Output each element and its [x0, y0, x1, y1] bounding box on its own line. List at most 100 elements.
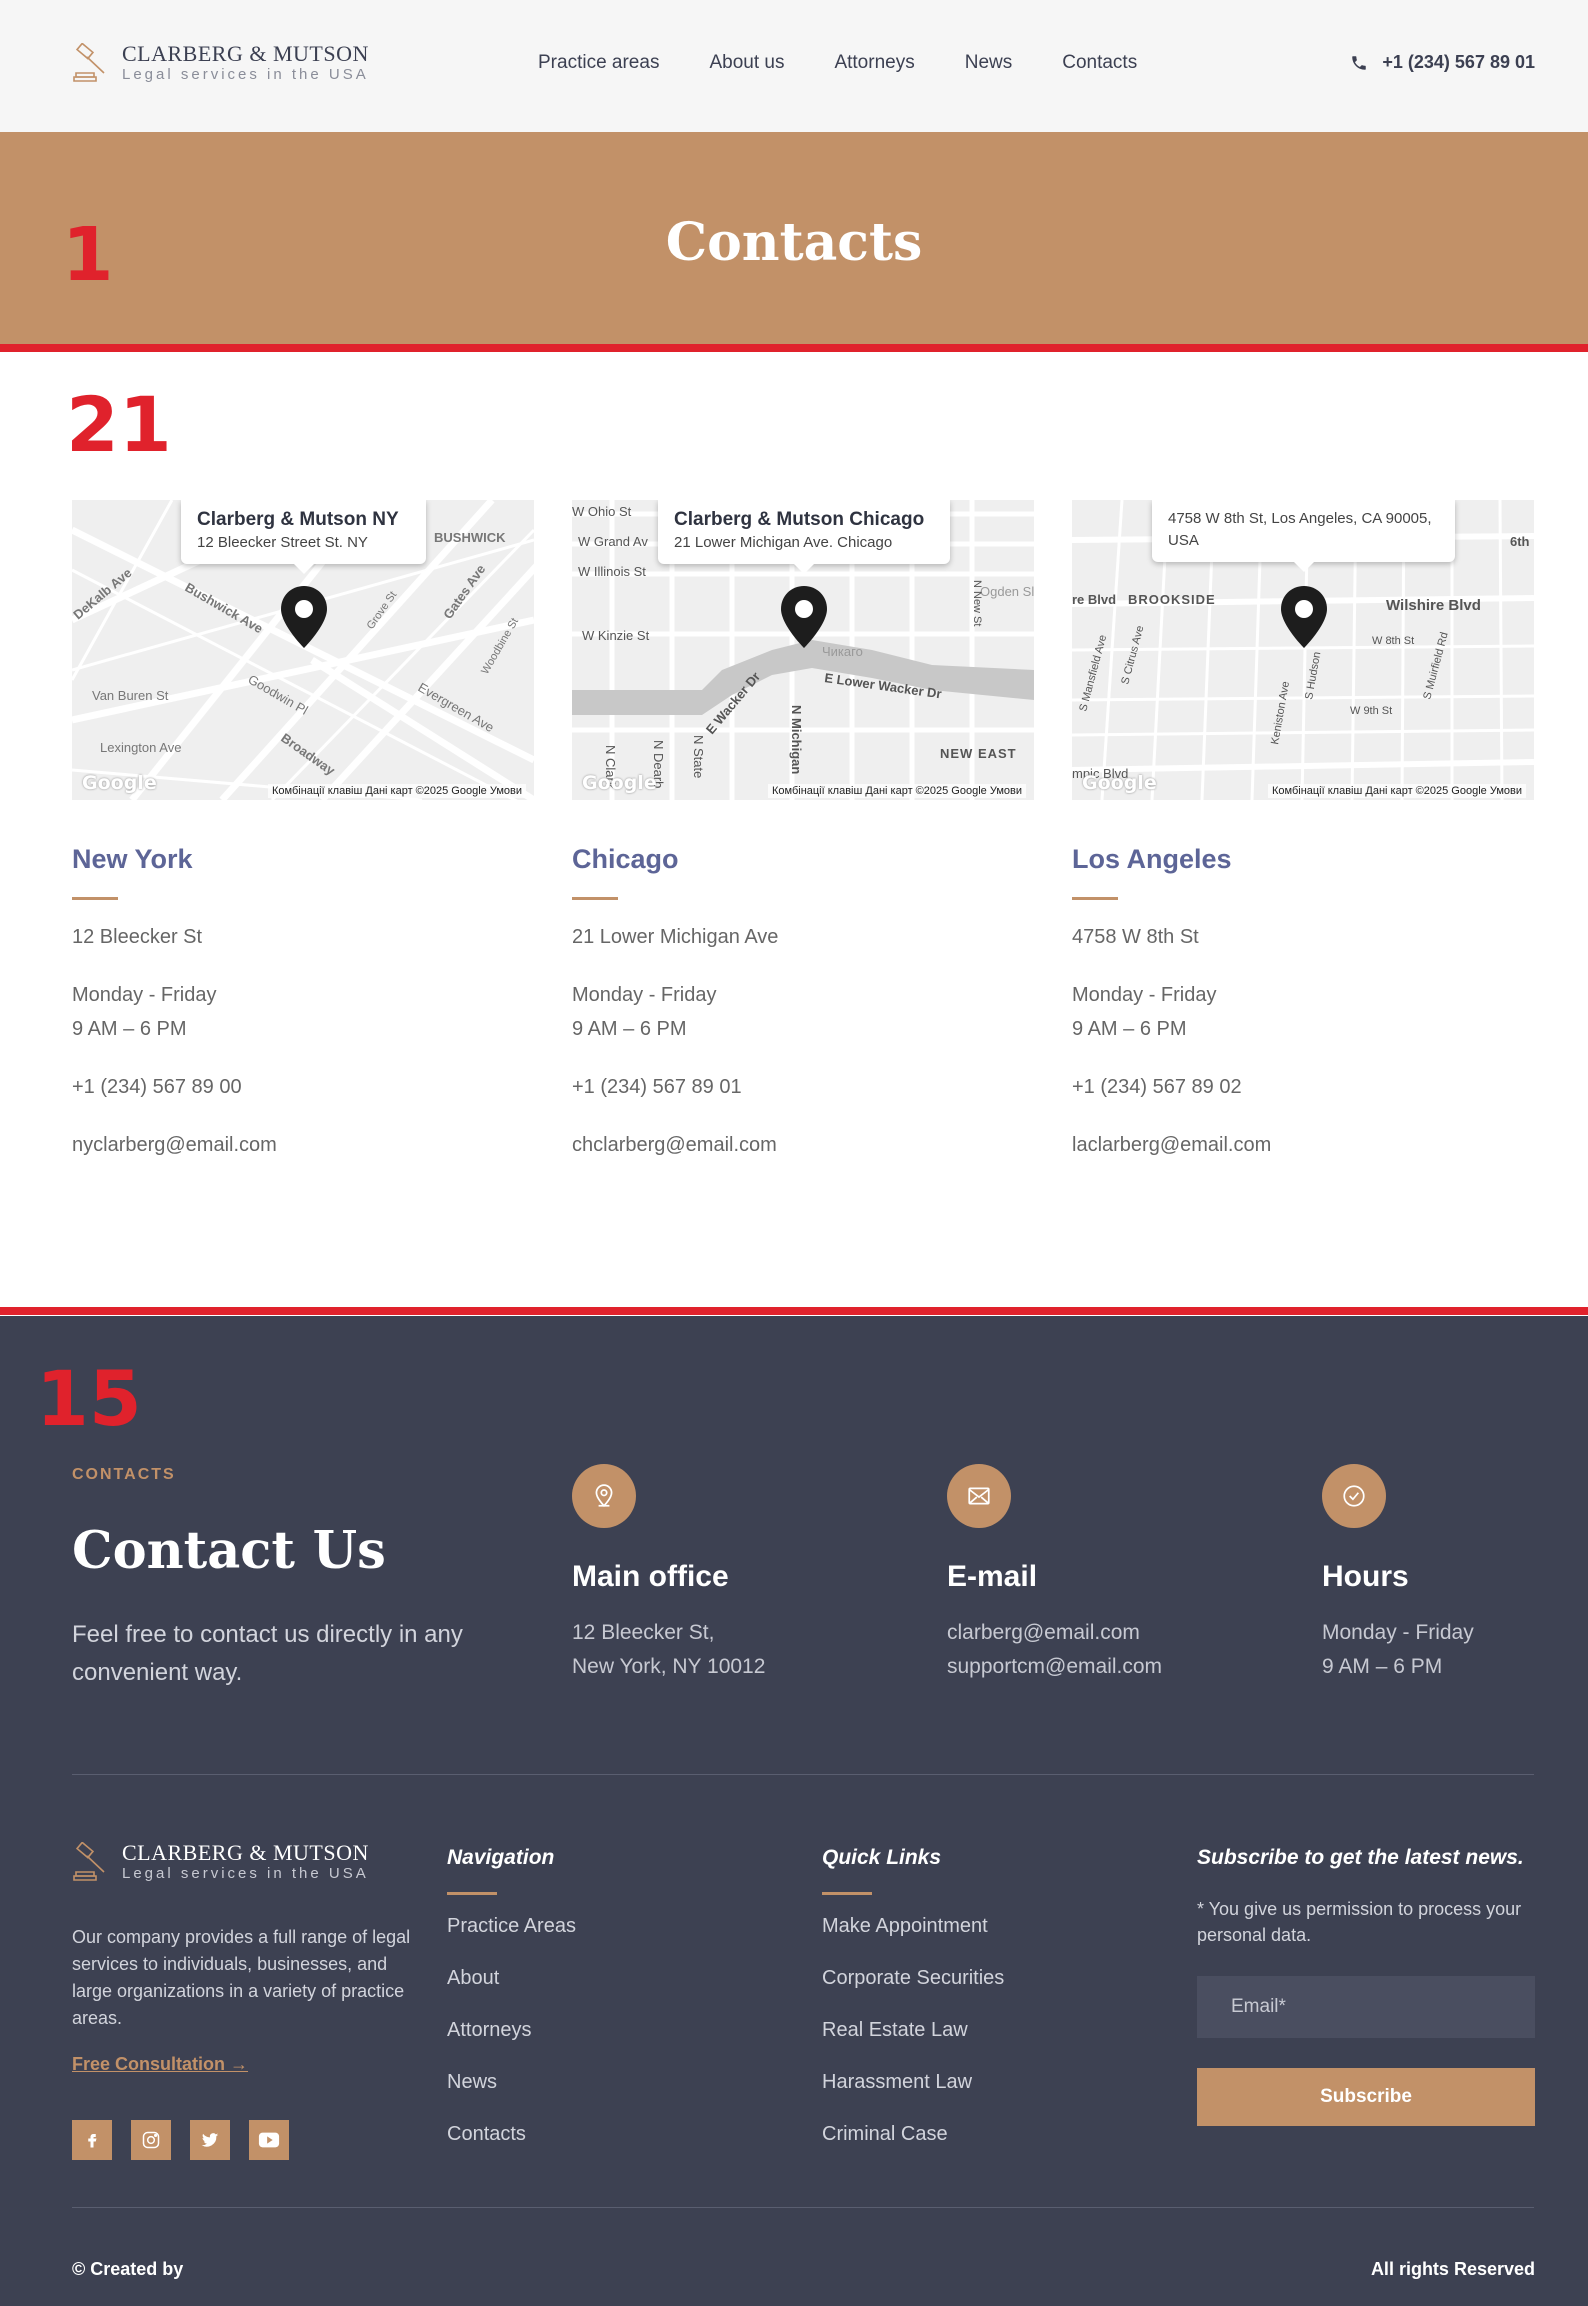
location-pin-icon	[572, 1464, 636, 1528]
office-email[interactable]: laclarberg@email.com	[1072, 1128, 1534, 1162]
clock-check-icon	[1322, 1464, 1386, 1528]
social-links	[72, 2120, 308, 2160]
site-header: CLARBERG & MUTSON Legal services in the …	[0, 0, 1588, 132]
footer-logo[interactable]: CLARBERG & MUTSON Legal services in the …	[72, 1841, 369, 1883]
copyright: All rights Reserved	[1370, 2259, 1535, 2279]
office-hours: 9 AM – 6 PM	[572, 1018, 687, 1040]
footer-link-attorneys[interactable]: Attorneys	[447, 2017, 576, 2044]
office-phone[interactable]: +1 (234) 567 89 01	[572, 1070, 1034, 1104]
brand-tagline: Legal services in the USA	[122, 1865, 369, 1882]
map-label: W Ohio St	[572, 504, 632, 519]
map-card-title: Clarberg & Mutson Chicago	[674, 509, 925, 530]
map-label: BROOKSIDE	[1128, 592, 1216, 607]
map-attribution[interactable]: Комбінації клавіш Дані карт ©2025 Google…	[267, 784, 526, 798]
map-info-card[interactable]: Clarberg & Mutson NY 12 Bleecker Street …	[181, 500, 426, 574]
google-logo: Google	[1082, 772, 1157, 794]
map-attribution[interactable]: Комбінації клавіш Дані карт ©2025 Google…	[1267, 784, 1526, 798]
nav-contacts[interactable]: Contacts	[1062, 52, 1137, 74]
accent-divider	[572, 897, 618, 900]
map-pin-icon[interactable]	[778, 584, 830, 650]
twitter-icon[interactable]	[190, 2120, 230, 2160]
accent-divider	[72, 897, 118, 900]
email-input[interactable]	[1197, 1976, 1535, 2038]
map-label: Van Buren St	[92, 688, 169, 703]
office-address: 21 Lower Michigan Ave	[572, 926, 779, 948]
office-days: Monday - Friday	[572, 984, 717, 1006]
created-by[interactable]: © Created by	[72, 2259, 183, 2280]
header-phone[interactable]: +1 (234) 567 89 01	[1350, 52, 1535, 73]
map-pin-icon[interactable]	[1278, 584, 1330, 650]
map-card-title: Clarberg & Mutson NY	[197, 509, 399, 530]
footer-link-harassment-law[interactable]: Harassment Law	[822, 2069, 1004, 2096]
map-label: N Michigan	[789, 705, 804, 774]
brand-logo[interactable]: CLARBERG & MUTSON Legal services in the …	[72, 42, 369, 84]
office-email[interactable]: chclarberg@email.com	[572, 1128, 1034, 1162]
google-logo: Google	[82, 772, 157, 794]
office-phone[interactable]: +1 (234) 567 89 00	[72, 1070, 534, 1104]
map-label: W 8th St	[1372, 635, 1414, 647]
info-title: E-mail	[947, 1560, 1038, 1593]
annotation-marker-1: 1	[62, 212, 114, 298]
main-office-line1: 12 Bleecker St,	[572, 1621, 715, 1644]
footer-link-practice-areas[interactable]: Practice Areas	[447, 1913, 576, 1940]
footer-link-contacts[interactable]: Contacts	[447, 2121, 576, 2148]
map-label: N New St	[971, 580, 983, 626]
info-title: Hours	[1322, 1560, 1409, 1593]
office-phone[interactable]: +1 (234) 567 89 02	[1072, 1070, 1534, 1104]
info-email: E-mail clarberg@email.com supportcm@emai…	[947, 1464, 1162, 1684]
info-text: clarberg@email.com supportcm@email.com	[947, 1616, 1162, 1684]
free-consultation-link[interactable]: Free Consultation →	[72, 2054, 248, 2075]
subscribe-button[interactable]: Subscribe	[1197, 2068, 1535, 2126]
nav-news[interactable]: News	[965, 52, 1013, 74]
email-line2[interactable]: supportcm@email.com	[947, 1650, 1162, 1684]
map-info-card[interactable]: Clarberg & Mutson Chicago 21 Lower Michi…	[658, 500, 950, 574]
map-label: W 9th St	[1350, 705, 1392, 717]
map-label: Broadway	[278, 730, 338, 778]
footer-link-criminal-case[interactable]: Criminal Case	[822, 2121, 1004, 2148]
office-los-angeles: BROOKSIDE Wilshire Blvd re Blvd W 8th St…	[1072, 500, 1534, 1162]
map-label: W Illinois St	[578, 564, 646, 579]
hours-line2: 9 AM – 6 PM	[1322, 1655, 1443, 1678]
map-label: re Blvd	[1072, 592, 1116, 607]
footer-divider	[72, 2207, 1534, 2208]
info-main-office: Main office 12 Bleecker St, New York, NY…	[572, 1464, 765, 1684]
main-office-line2: New York, NY 10012	[572, 1655, 766, 1678]
office-email[interactable]: nyclarberg@email.com	[72, 1128, 534, 1162]
nav-attorneys[interactable]: Attorneys	[834, 52, 914, 74]
nav-about-us[interactable]: About us	[709, 52, 784, 74]
gavel-icon	[73, 43, 105, 82]
office-chicago: W Ohio St W Grand Av W Illinois St W Kin…	[572, 500, 1034, 1162]
email-line1[interactable]: clarberg@email.com	[947, 1616, 1162, 1650]
info-hours: Hours Monday - Friday 9 AM – 6 PM	[1322, 1464, 1474, 1684]
site-footer: 15 CONTACTS Contact Us Feel free to cont…	[0, 1316, 1588, 2306]
instagram-icon[interactable]	[131, 2120, 171, 2160]
office-days: Monday - Friday	[72, 984, 217, 1006]
footer-link-about[interactable]: About	[447, 1965, 576, 1992]
nav-practice-areas[interactable]: Practice areas	[538, 52, 659, 74]
map-label: S Muirfield Rd	[1421, 631, 1450, 701]
map-card-address: 21 Lower Michigan Ave. Chicago	[674, 534, 893, 551]
footer-link-news[interactable]: News	[447, 2069, 576, 2096]
office-hours: 9 AM – 6 PM	[72, 1018, 187, 1040]
office-city: Los Angeles	[1072, 844, 1232, 874]
map-info-card[interactable]: 4758 W 8th St, Los Angeles, CA 90005, US…	[1152, 500, 1455, 572]
footer-link-real-estate-law[interactable]: Real Estate Law	[822, 2017, 1004, 2044]
map-los-angeles[interactable]: BROOKSIDE Wilshire Blvd re Blvd W 8th St…	[1072, 500, 1534, 800]
envelope-icon	[947, 1464, 1011, 1528]
brand-tagline: Legal services in the USA	[122, 66, 369, 83]
map-pin-icon[interactable]	[278, 584, 330, 650]
map-label: N State	[691, 735, 706, 778]
map-attribution[interactable]: Комбінації клавіш Дані карт ©2025 Google…	[767, 784, 1026, 798]
footer-link-make-appointment[interactable]: Make Appointment	[822, 1913, 1004, 1940]
annotation-marker-21: 21	[66, 380, 172, 469]
footer-link-corporate-securities[interactable]: Corporate Securities	[822, 1965, 1004, 1992]
accent-divider	[1072, 897, 1118, 900]
facebook-icon[interactable]	[72, 2120, 112, 2160]
map-chicago[interactable]: W Ohio St W Grand Av W Illinois St W Kin…	[572, 500, 1034, 800]
youtube-icon[interactable]	[249, 2120, 289, 2160]
section-divider	[0, 344, 1588, 352]
map-label: S Citrus Ave	[1119, 624, 1146, 685]
map-new-york[interactable]: BUSHWICK Bushwick Ave DeKalb Ave Gates A…	[72, 500, 534, 800]
header-phone-number: +1 (234) 567 89 01	[1382, 52, 1535, 72]
map-label: BUSHWICK	[434, 530, 506, 545]
